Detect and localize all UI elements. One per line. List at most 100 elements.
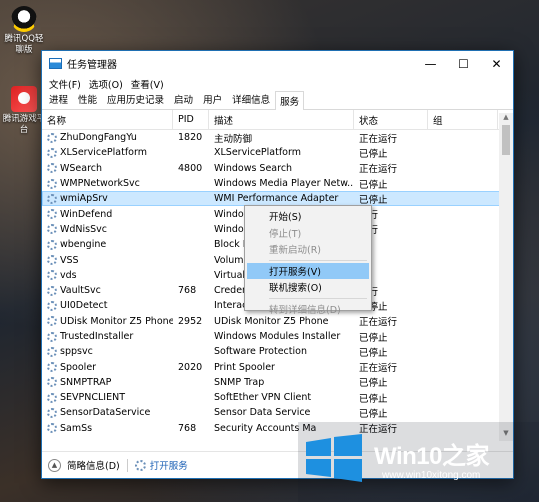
service-row[interactable]: SEVPNCLIENT SoftEther VPN Client 已停止 xyxy=(42,390,513,405)
service-name-cell: TrustedInstaller xyxy=(42,331,173,342)
service-name-cell: SEVPNCLIENT xyxy=(42,392,173,403)
service-name: wmiApSrv xyxy=(60,193,108,205)
service-status: 已停止 xyxy=(359,347,388,359)
service-row[interactable]: TrustedInstaller Windows Modules Installe… xyxy=(42,329,513,344)
service-name-cell: WMPNetworkSvc xyxy=(42,178,173,189)
service-row[interactable]: Spooler 2020 Print Spooler 正在运行 xyxy=(42,359,513,374)
tab-processes[interactable]: 进程 xyxy=(44,89,73,109)
column-header-group[interactable]: 组 xyxy=(428,110,498,129)
service-name-cell: SensorDataService xyxy=(42,407,173,418)
fewer-details-link[interactable]: 简略信息(D) xyxy=(67,458,120,472)
tab-performance[interactable]: 性能 xyxy=(73,89,102,109)
service-gear-icon xyxy=(47,407,57,418)
scroll-up-arrow-icon[interactable]: ▲ xyxy=(499,113,513,125)
service-row[interactable]: WMPNetworkSvc Windows Media Player Netw..… xyxy=(42,176,513,191)
column-header-row: 名称 PID 描述 状态 组 xyxy=(42,110,513,130)
service-pid: 768 xyxy=(178,422,197,433)
column-header-status[interactable]: 状态 xyxy=(354,110,428,129)
service-row[interactable]: ZhuDongFangYu 1820 主动防御 正在运行 xyxy=(42,130,513,145)
service-name-cell: WdNisSvc xyxy=(42,224,173,235)
chevron-up-icon[interactable]: ▲ xyxy=(48,458,61,472)
service-name: wbengine xyxy=(60,239,107,251)
service-name-cell: SNMPTRAP xyxy=(42,377,173,388)
tab-startup[interactable]: 启动 xyxy=(169,89,198,109)
watermark-url: www.win10xitong.com xyxy=(382,470,481,481)
service-name: UDisk Monitor Z5 Phone xyxy=(60,315,173,327)
service-gear-icon xyxy=(47,239,57,250)
service-pid: 2020 xyxy=(178,361,203,373)
service-name-cell: vds xyxy=(42,270,173,281)
service-pid: 2952 xyxy=(178,315,203,327)
service-name: ZhuDongFangYu xyxy=(60,132,137,144)
service-description: Windows Search xyxy=(214,162,293,174)
column-header-pid[interactable]: PID xyxy=(173,110,209,129)
task-manager-icon xyxy=(49,58,62,69)
service-name-cell: VSS xyxy=(42,255,173,266)
service-name: TrustedInstaller xyxy=(60,331,134,342)
service-row[interactable]: SensorDataService Sensor Data Service 已停止 xyxy=(42,405,513,420)
service-description: SoftEther VPN Client xyxy=(214,392,312,404)
service-gear-icon xyxy=(47,209,57,220)
close-button[interactable]: ✕ xyxy=(480,51,513,76)
menu-separator xyxy=(269,297,367,299)
service-pid: 768 xyxy=(178,285,197,297)
service-name-cell: SamSs xyxy=(42,423,173,433)
service-gear-icon xyxy=(47,193,57,204)
service-name: VaultSvc xyxy=(60,285,101,297)
service-gear-icon xyxy=(47,316,57,327)
tab-users[interactable]: 用户 xyxy=(198,89,227,109)
desktop-icon-qq[interactable]: 腾讯QQ轻聊版 xyxy=(2,6,46,56)
service-gear-icon xyxy=(47,300,57,311)
service-row[interactable]: XLServicePlatform XLServicePlatform 已停止 xyxy=(42,145,513,160)
maximize-button[interactable]: ☐ xyxy=(447,51,480,76)
service-name: WSearch xyxy=(60,162,103,174)
context-menu-item[interactable]: 打开服务(V) xyxy=(247,262,369,279)
service-row[interactable]: sppsvc Software Protection 已停止 xyxy=(42,344,513,359)
service-name: Spooler xyxy=(60,361,97,373)
tab-app-history[interactable]: 应用历史记录 xyxy=(102,89,169,109)
tab-details[interactable]: 详细信息 xyxy=(227,89,275,109)
service-name: vds xyxy=(60,269,77,281)
tab-services[interactable]: 服务 xyxy=(275,91,305,110)
service-name: VSS xyxy=(60,254,79,266)
scroll-thumb[interactable] xyxy=(502,125,510,155)
service-name-cell: ZhuDongFangYu xyxy=(42,132,173,143)
tencent-games-icon xyxy=(11,86,37,112)
vertical-scrollbar[interactable]: ▲ ▼ xyxy=(499,113,513,441)
open-services-link[interactable]: 打开服务 xyxy=(150,458,188,472)
service-gear-icon xyxy=(47,331,57,342)
title-bar[interactable]: 任务管理器 — ☐ ✕ xyxy=(42,51,513,76)
service-description: WMI Performance Adapter xyxy=(214,193,339,205)
service-gear-icon xyxy=(47,362,57,373)
service-gear-icon xyxy=(47,377,57,388)
service-row[interactable]: SNMPTRAP SNMP Trap 已停止 xyxy=(42,375,513,390)
service-name: SEVPNCLIENT xyxy=(60,392,126,404)
context-menu-item: 重新启动(R) xyxy=(269,245,322,257)
service-status: 已停止 xyxy=(359,393,388,405)
service-pid: 4800 xyxy=(178,162,203,174)
service-name-cell: sppsvc xyxy=(42,346,173,357)
context-menu-item[interactable]: 联机搜索(O) xyxy=(247,279,369,296)
service-row[interactable]: WSearch 4800 Windows Search 正在运行 xyxy=(42,161,513,176)
desktop-icon-tencent-games[interactable]: 腾讯游戏平台 xyxy=(2,86,46,136)
service-name: SamSs xyxy=(60,422,93,433)
column-header-description[interactable]: 描述 xyxy=(209,110,354,129)
service-name: SensorDataService xyxy=(60,407,151,419)
watermark: Win10之家 www.win10xitong.com xyxy=(298,422,539,502)
service-name-cell: XLServicePlatform xyxy=(42,147,173,158)
service-gear-icon xyxy=(47,392,57,403)
minimize-button[interactable]: — xyxy=(414,51,447,76)
service-name-cell: VaultSvc xyxy=(42,285,173,296)
service-name: UI0Detect xyxy=(60,300,108,312)
service-gear-icon xyxy=(47,132,57,143)
column-header-name[interactable]: 名称 xyxy=(42,110,173,129)
service-description: Windows Modules Installer xyxy=(214,331,341,342)
service-description: XLServicePlatform xyxy=(214,147,301,159)
service-gear-icon xyxy=(47,255,57,266)
service-status: 正在运行 xyxy=(359,164,398,176)
service-description: 主动防御 xyxy=(214,133,253,145)
service-name-cell: WSearch xyxy=(42,163,173,174)
service-name-cell: Spooler xyxy=(42,362,173,373)
service-status: 正在运行 xyxy=(359,363,398,375)
context-menu-item[interactable]: 开始(S) xyxy=(247,208,369,225)
